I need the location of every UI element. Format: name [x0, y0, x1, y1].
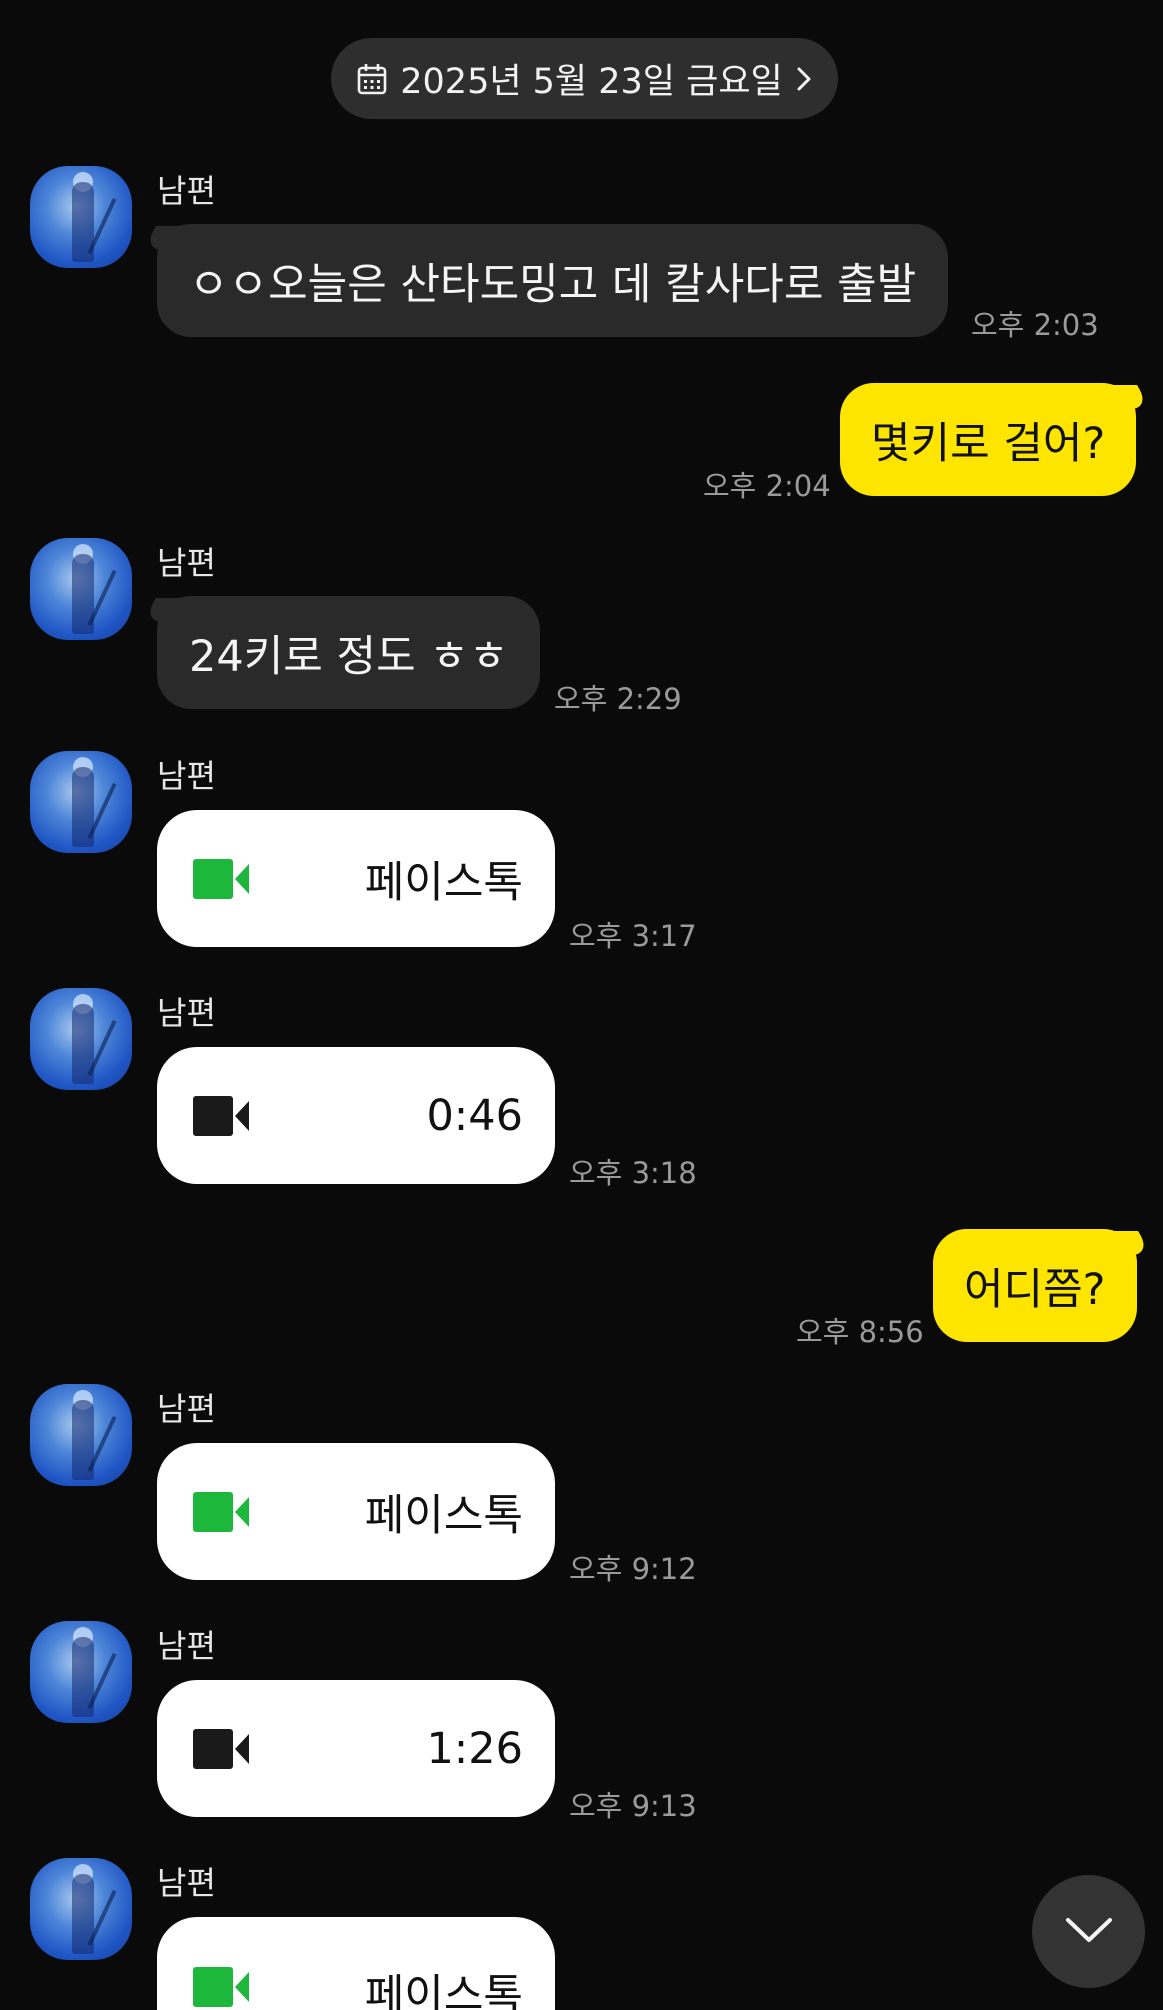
video-camera-icon [193, 1967, 251, 2007]
call-label: 페이스톡 [364, 857, 523, 908]
message-time: 오후 2:04 [703, 469, 831, 503]
video-camera-icon [193, 858, 251, 899]
video-call-bubble[interactable]: 1:26 [157, 1680, 555, 1817]
date-header[interactable]: 2025년 5월 23일 금요일 [331, 38, 838, 119]
sender-name: 남편 [157, 544, 216, 582]
message-text: 어디쯤? [964, 1264, 1106, 1315]
message-bubble-outgoing[interactable]: 어디쯤? [933, 1229, 1137, 1342]
message-text: 몇키로 걸어? [871, 418, 1106, 469]
avatar[interactable] [30, 988, 132, 1090]
avatar[interactable] [30, 538, 132, 640]
message-time: 오후 9:12 [569, 1552, 697, 1586]
call-label: 페이스톡 [364, 1971, 523, 2010]
message-bubble-incoming[interactable]: 24키로 정도 ㅎㅎ [157, 596, 541, 709]
sender-name: 남편 [157, 757, 216, 795]
avatar[interactable] [30, 166, 132, 268]
chevron-down-icon [1064, 1915, 1114, 1949]
video-call-bubble[interactable]: 0:46 [157, 1047, 555, 1184]
message-bubble-incoming[interactable]: ㅇㅇ오늘은 산타도밍고 데 칼사다로 출발 [157, 224, 949, 337]
avatar[interactable] [30, 1621, 132, 1723]
date-label: 2025년 5월 23일 금요일 [400, 62, 783, 102]
scroll-to-bottom-button[interactable] [1032, 1875, 1145, 1988]
calendar-icon [356, 62, 388, 96]
call-duration: 1:26 [426, 1723, 523, 1774]
message-text: ㅇㅇ오늘은 산타도밍고 데 칼사다로 출발 [189, 259, 917, 310]
avatar[interactable] [30, 1858, 132, 1960]
sender-name: 남편 [157, 994, 216, 1032]
sender-name: 남편 [157, 1864, 216, 1902]
message-bubble-outgoing[interactable]: 몇키로 걸어? [840, 383, 1137, 496]
message-time: 오후 3:17 [569, 919, 697, 953]
message-text: 24키로 정도 ㅎㅎ [189, 631, 509, 682]
video-camera-icon [193, 1491, 251, 1532]
avatar[interactable] [30, 1384, 132, 1486]
sender-name: 남편 [157, 1390, 216, 1428]
sender-name: 남편 [157, 1627, 216, 1665]
message-time: 오후 3:18 [569, 1156, 697, 1190]
video-camera-icon [193, 1728, 251, 1769]
facetalk-call-bubble[interactable]: 페이스톡 [157, 1917, 555, 2010]
message-time: 오후 2:29 [554, 682, 682, 716]
sender-name: 남편 [157, 172, 216, 210]
message-time: 오후 9:13 [569, 1789, 697, 1823]
facetalk-call-bubble[interactable]: 페이스톡 [157, 1443, 555, 1580]
message-time: 오후 8:56 [796, 1315, 924, 1349]
video-camera-icon [193, 1095, 251, 1136]
avatar[interactable] [30, 751, 132, 853]
facetalk-call-bubble[interactable]: 페이스톡 [157, 810, 555, 947]
chevron-right-icon [795, 65, 813, 93]
call-duration: 0:46 [426, 1090, 523, 1141]
message-time: 오후 2:03 [971, 308, 1099, 342]
call-label: 페이스톡 [364, 1490, 523, 1541]
